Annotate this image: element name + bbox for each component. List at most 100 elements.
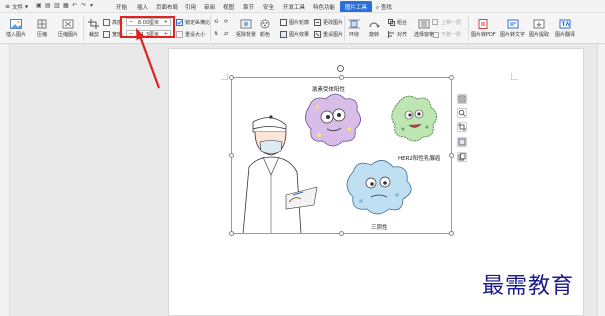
resize-handle-bottom-right[interactable]	[449, 231, 454, 236]
layout-icon	[458, 95, 466, 103]
tab-sections[interactable]: 章节	[243, 3, 254, 11]
pdf-icon	[478, 19, 488, 29]
rotate-left-icon[interactable]: ⟲	[214, 19, 218, 25]
combine-button[interactable]: 组合	[388, 19, 407, 26]
insert-picture-button[interactable]: 插入图片	[6, 19, 26, 38]
change-picture-icon	[314, 19, 321, 26]
picture-effect-button[interactable]: 图片效果	[280, 31, 309, 38]
wrap-button[interactable]: 环绕	[348, 19, 360, 38]
picture-effects-button[interactable]	[457, 137, 467, 147]
undo-icon[interactable]: ↶	[72, 2, 77, 9]
change-picture-button[interactable]: 更改图片	[314, 19, 343, 26]
vertical-scrollbar[interactable]	[597, 44, 605, 316]
tab-references[interactable]: 引用	[185, 3, 196, 11]
caption-hormone-receptor: 激素受体阳性	[312, 87, 346, 93]
hamburger-icon: ≡	[5, 3, 11, 10]
rotate-icon	[369, 22, 380, 28]
more-icon[interactable]: ▾	[90, 2, 93, 9]
size-highlight-box	[120, 16, 175, 38]
export-icon[interactable]: ▦	[63, 2, 69, 9]
rotate-button[interactable]: 旋转	[368, 19, 380, 38]
tab-special-features[interactable]: 特色功能	[313, 3, 335, 11]
menu-bar: ≡ 文件 ▼ ▣ ▤ ▥ ▦ ↶ ↷ ▾ 开始 插入 页面布局 引用 审阅 视图…	[0, 0, 605, 13]
compress-button[interactable]: 压缩	[36, 19, 48, 38]
resize-handle-top-right[interactable]	[449, 75, 454, 80]
tab-page-layout[interactable]: 页面布局	[156, 3, 178, 11]
tab-view[interactable]: 视图	[223, 3, 234, 11]
height-icon	[103, 19, 110, 26]
ribbon-separator	[344, 16, 345, 41]
picture-translate-button[interactable]: 图片翻译	[555, 19, 575, 38]
reset-picture-button[interactable]: 重设图片	[314, 31, 343, 38]
save-icon[interactable]: ▣	[36, 2, 42, 9]
tab-home[interactable]: 开始	[116, 3, 127, 11]
resize-handle-left[interactable]	[229, 153, 234, 158]
send-backward-icon	[433, 32, 439, 38]
rotate-right-icon[interactable]: ⟳	[224, 19, 228, 25]
file-menu-button[interactable]: ≡ 文件 ▼	[2, 2, 31, 11]
resize-handle-top-left[interactable]	[229, 75, 234, 80]
resize-handle-bottom-left[interactable]	[229, 231, 234, 236]
layout-options-button[interactable]	[457, 94, 467, 104]
reset-size-icon	[176, 31, 183, 38]
left-ruler	[0, 44, 10, 316]
width-icon	[103, 31, 110, 38]
picture-extract-button[interactable]: 图片提取	[529, 19, 549, 38]
zoom-picture-button[interactable]	[457, 108, 467, 118]
print-preview-icon[interactable]: ▤	[45, 2, 51, 9]
caption-triple-negative: 三阴性	[371, 225, 388, 231]
picture-to-pdf-button[interactable]: 图片转PDF	[471, 19, 496, 38]
crop-button[interactable]: 裁剪	[88, 19, 100, 38]
remove-background-button[interactable]: 抠除背景	[236, 19, 256, 38]
resize-handle-bottom[interactable]	[339, 231, 344, 236]
tab-review[interactable]: 审阅	[204, 3, 215, 11]
tab-security[interactable]: 安全	[263, 3, 274, 11]
insert-picture-icon	[10, 19, 22, 29]
crop-picture-button[interactable]	[457, 122, 467, 132]
print-icon[interactable]: ▥	[54, 2, 60, 9]
lock-ratio-checkbox[interactable]: 锁定纵横比	[176, 19, 210, 26]
effect-icon	[280, 31, 287, 38]
ribbon: 插入图片 压缩 压缩图片 裁剪 高度: − 8.00厘米 + 宽度: − 11.…	[0, 13, 605, 44]
search-icon: ⌕	[376, 5, 380, 11]
selection-pane-button[interactable]: 选择窗格	[414, 19, 434, 38]
extract-icon	[533, 19, 545, 29]
translate-icon	[559, 19, 571, 29]
redo-icon[interactable]: ↷	[81, 2, 86, 9]
ribbon-separator	[210, 16, 211, 41]
outline-icon	[280, 19, 287, 26]
combine-icon	[388, 19, 395, 26]
reset-picture-icon	[314, 31, 321, 38]
tab-picture-tools[interactable]: 图片工具	[340, 1, 373, 12]
ocr-icon	[507, 19, 518, 29]
bring-forward-icon	[432, 19, 438, 25]
tab-developer[interactable]: 开发工具	[283, 3, 305, 11]
remove-background-icon	[240, 19, 252, 29]
flip-horizontal-icon[interactable]: ⇄	[224, 31, 228, 37]
align-button[interactable]: 对齐	[388, 31, 407, 38]
search-button[interactable]: ⌕ 查找	[376, 3, 392, 12]
picture-outline-button[interactable]: 图片轮廓	[280, 19, 309, 26]
ribbon-separator	[468, 16, 469, 41]
more-picture-tools-button[interactable]	[457, 152, 467, 162]
tab-insert[interactable]: 插入	[137, 3, 148, 11]
selection-pane-icon	[418, 19, 430, 29]
send-backward-button[interactable]: 下移一层	[432, 31, 461, 38]
color-button[interactable]: 颜色	[259, 19, 271, 38]
bring-forward-button[interactable]: 上移一层	[432, 19, 461, 26]
crop-icon	[88, 19, 99, 29]
ribbon-separator	[83, 16, 84, 41]
picture-to-text-button[interactable]: 图片转文字	[500, 19, 525, 38]
crop-icon	[458, 123, 466, 131]
wrap-icon	[348, 19, 360, 29]
checkbox-checked-icon	[176, 19, 183, 26]
compress-picture-button[interactable]: 压缩图片	[58, 19, 78, 38]
margin-corner-mark	[511, 73, 518, 80]
compress-picture-icon	[62, 19, 74, 29]
rotate-handle[interactable]	[337, 65, 344, 72]
chevron-down-icon: ▼	[25, 4, 29, 9]
reset-size-button[interactable]: 重设大小	[176, 31, 205, 38]
flip-vertical-icon[interactable]: ⇅	[214, 31, 218, 37]
resize-handle-right[interactable]	[449, 153, 454, 158]
resize-handle-top[interactable]	[339, 75, 344, 80]
